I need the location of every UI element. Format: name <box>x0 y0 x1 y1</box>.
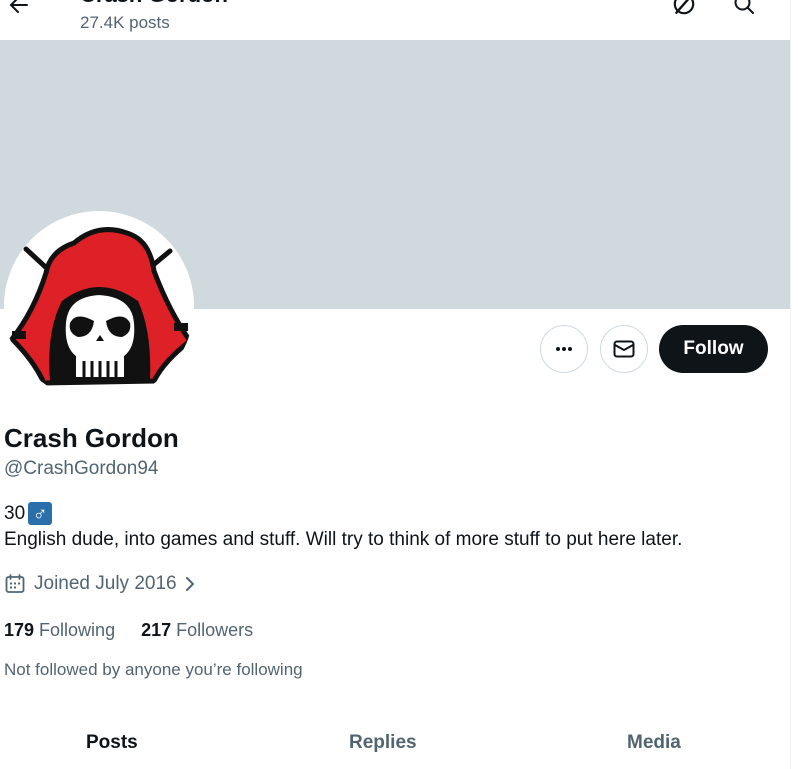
message-button[interactable] <box>600 325 648 373</box>
following-label: Following <box>39 620 116 640</box>
grok-button[interactable] <box>666 0 702 22</box>
not-followed-notice: Not followed by anyone you’re following <box>4 660 303 679</box>
bio-text: English dude, into games and stuff. Will… <box>4 529 683 550</box>
back-arrow-icon <box>10 0 28 13</box>
search-button[interactable] <box>726 0 762 22</box>
grok-icon <box>673 0 695 15</box>
followers-count: 217 <box>141 620 172 640</box>
chevron-right-icon <box>185 577 194 591</box>
tab-media[interactable]: Media <box>627 732 681 754</box>
profile-page: Crash Gordon 27.4K posts <box>0 0 798 769</box>
bio-age: 30 <box>4 502 26 524</box>
more-options-button[interactable] <box>540 325 588 373</box>
profile-display-name: Crash Gordon <box>4 423 179 453</box>
followers-label: Followers <box>176 620 254 640</box>
column-divider <box>790 0 791 769</box>
following-link[interactable]: 179 Following <box>4 620 115 641</box>
following-count: 179 <box>4 620 35 640</box>
more-icon <box>556 347 572 351</box>
joined-text: Joined July 2016 <box>34 573 177 594</box>
male-sign-emoji: ♂ <box>28 502 53 525</box>
avatar[interactable] <box>4 211 194 401</box>
tab-posts[interactable]: Posts <box>86 732 138 754</box>
header-display-name: Crash Gordon <box>80 0 228 8</box>
header-posts-count: 27.4K posts <box>80 13 170 32</box>
search-icon <box>734 0 754 14</box>
followers-link[interactable]: 217 Followers <box>141 620 253 641</box>
skull-hood-avatar-icon <box>8 227 194 386</box>
follow-stats: 179 Following 217 Followers <box>4 620 279 641</box>
tab-replies[interactable]: Replies <box>349 732 417 754</box>
back-button[interactable] <box>2 0 36 22</box>
profile-header: Crash Gordon 27.4K posts <box>0 0 790 40</box>
follow-button[interactable]: Follow <box>659 325 768 373</box>
mail-icon <box>613 340 635 358</box>
bio-first-line: 30 ♂ <box>4 502 53 525</box>
joined-date[interactable]: Joined July 2016 <box>4 573 199 595</box>
calendar-icon <box>5 574 25 593</box>
profile-handle: @CrashGordon94 <box>4 458 159 479</box>
